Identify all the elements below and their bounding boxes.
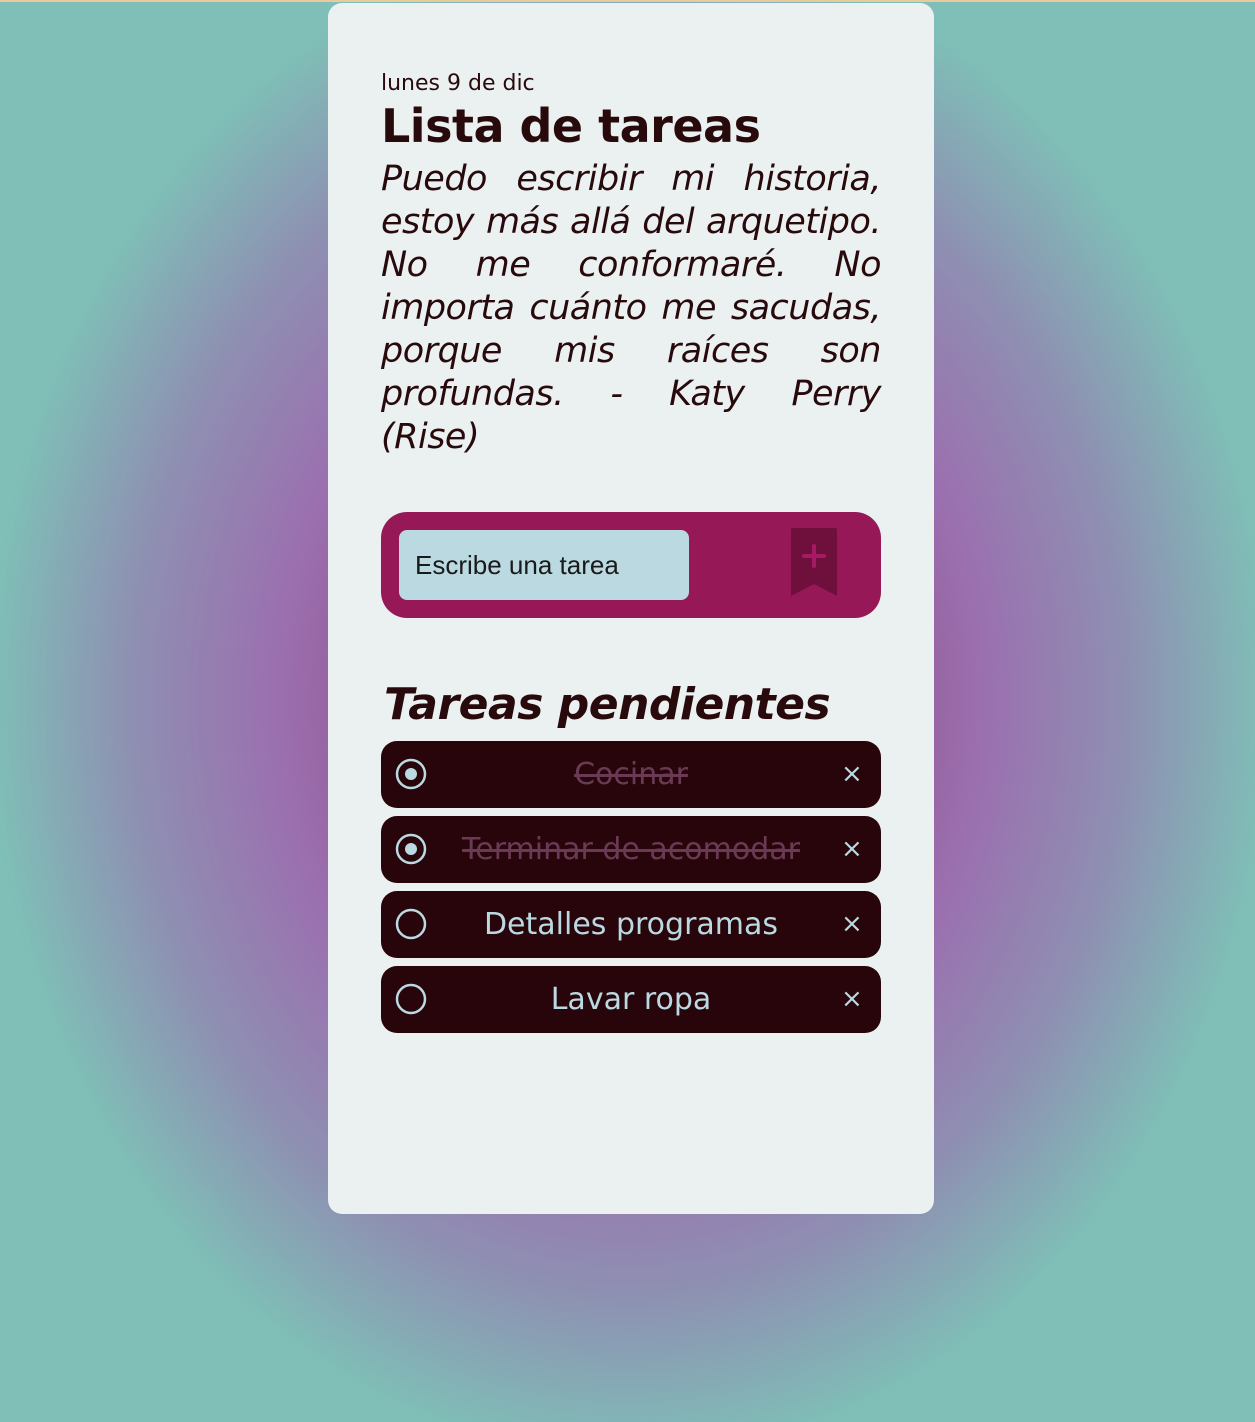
add-task-button[interactable] <box>787 528 841 598</box>
checked-radio-icon[interactable] <box>395 833 427 865</box>
delete-task-button[interactable]: × <box>841 909 863 939</box>
task-text: Lavar ropa <box>550 982 712 1017</box>
task-text: Detalles programas <box>483 907 779 942</box>
unchecked-radio-icon[interactable] <box>395 908 427 940</box>
top-border-line <box>0 0 1255 2</box>
delete-task-button[interactable]: × <box>841 759 863 789</box>
page-title: Lista de tareas <box>381 99 761 153</box>
task-text: Cocinar <box>574 757 688 792</box>
task-item: Terminar de acomodar × <box>381 816 881 883</box>
motivational-quote: Puedo escribir mi historia, estoy más al… <box>381 159 882 457</box>
delete-task-button[interactable]: × <box>841 984 863 1014</box>
task-text: Terminar de acomodar <box>462 832 800 867</box>
task-item: Lavar ropa × <box>381 966 881 1033</box>
task-list: Cocinar × Terminar de acomodar × Detalle… <box>381 741 881 1041</box>
unchecked-radio-icon[interactable] <box>395 983 427 1015</box>
task-item: Detalles programas × <box>381 891 881 958</box>
pending-tasks-heading: Tareas pendientes <box>384 679 831 730</box>
current-date: lunes 9 de dic <box>381 71 535 96</box>
delete-task-button[interactable]: × <box>841 834 863 864</box>
task-input[interactable] <box>399 530 689 600</box>
checked-radio-icon[interactable] <box>395 758 427 790</box>
bookmark-plus-icon <box>791 528 837 596</box>
task-item: Cocinar × <box>381 741 881 808</box>
add-task-form <box>381 512 881 618</box>
todo-card: lunes 9 de dic Lista de tareas Puedo esc… <box>328 3 934 1214</box>
